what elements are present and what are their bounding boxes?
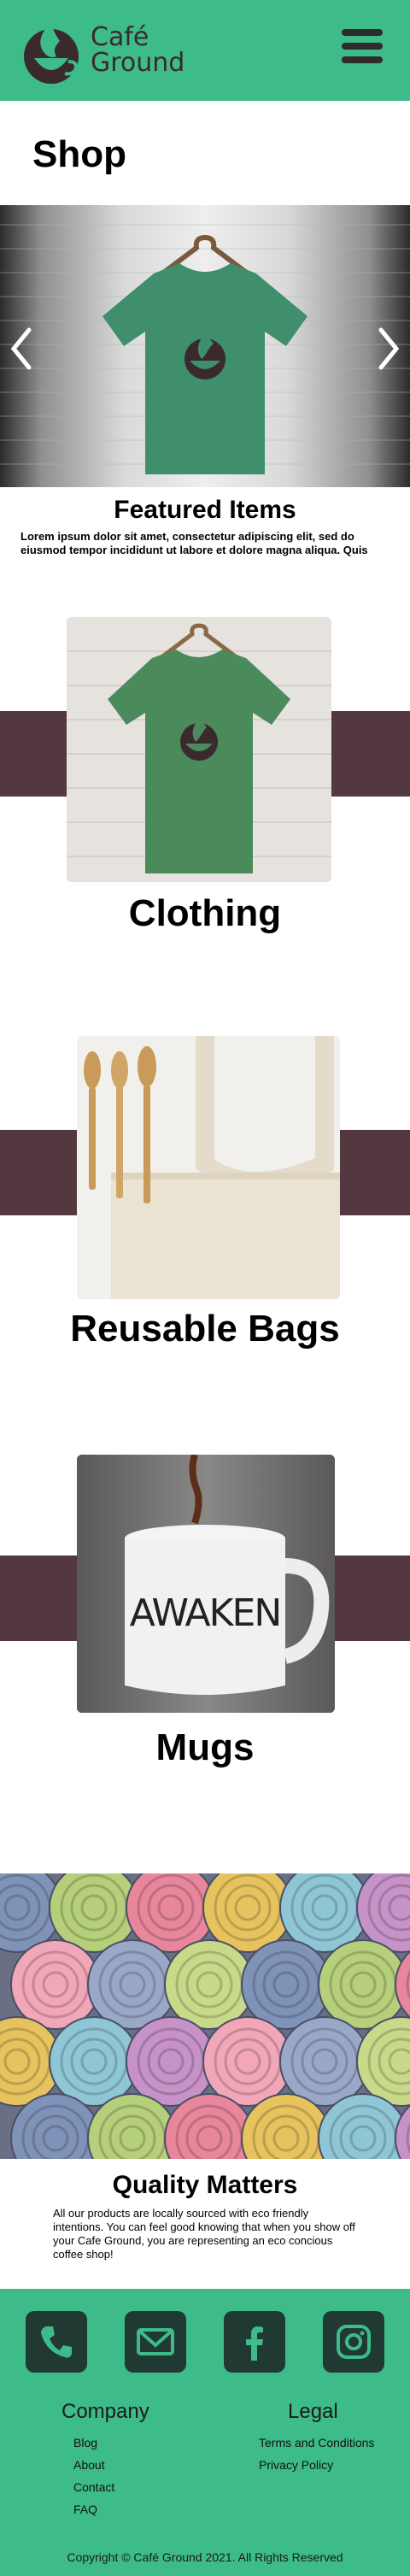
copyright-text: Copyright © Café Ground 2021. All Rights… xyxy=(67,2550,343,2564)
instagram-icon[interactable] xyxy=(323,2311,384,2373)
mug-text: AWAKEN xyxy=(130,1591,280,1635)
footer-company-heading: Company xyxy=(62,2400,149,2423)
mail-icon[interactable] xyxy=(125,2311,186,2373)
footer-link-blog[interactable]: Blog xyxy=(73,2436,213,2450)
hamburger-icon[interactable] xyxy=(342,29,383,68)
footer-link-terms[interactable]: Terms and Conditions xyxy=(259,2436,410,2450)
category-reusable-bags[interactable]: Reusable Bags xyxy=(0,1036,410,1455)
footer-legal-column: Legal Terms and Conditions Privacy Polic… xyxy=(213,2400,410,2525)
page-title: Shop xyxy=(32,133,126,175)
footer-legal-heading: Legal xyxy=(288,2400,338,2423)
featured-items-title: Featured Items xyxy=(114,496,296,524)
featured-items-text: Lorem ipsum dolor sit amet, consectetur … xyxy=(20,530,368,556)
brand-name-line1: Café xyxy=(91,22,149,52)
coffee-cup-logo-icon xyxy=(24,22,79,84)
reusable-bags-image[interactable] xyxy=(77,1036,340,1299)
footer-link-about[interactable]: About xyxy=(73,2458,213,2472)
footer-legal-links: Terms and Conditions Privacy Policy xyxy=(259,2436,410,2472)
clothing-image[interactable] xyxy=(67,617,331,882)
facebook-icon[interactable] xyxy=(224,2311,285,2373)
brand-logo[interactable]: Café Ground xyxy=(22,14,184,87)
category-mugs[interactable]: AWAKEN Mugs xyxy=(0,1455,410,1873)
quality-banner-image xyxy=(0,1873,410,2159)
site-header: Café Ground xyxy=(0,0,410,101)
category-clothing[interactable]: Clothing xyxy=(0,617,410,1036)
quality-title: Quality Matters xyxy=(112,2171,298,2199)
footer-link-contact[interactable]: Contact xyxy=(73,2480,213,2494)
footer-company-column: Company Blog About Contact FAQ xyxy=(0,2400,213,2525)
brand-name: Café Ground xyxy=(91,25,184,76)
featured-carousel xyxy=(0,205,410,487)
chevron-right-icon[interactable] xyxy=(374,325,403,373)
footer-link-privacy[interactable]: Privacy Policy xyxy=(259,2458,410,2472)
category-label-mugs[interactable]: Mugs xyxy=(0,1726,410,1769)
footer-company-links: Blog About Contact FAQ xyxy=(62,2436,213,2516)
chevron-left-icon[interactable] xyxy=(7,325,36,373)
mugs-image[interactable]: AWAKEN xyxy=(77,1455,335,1713)
featured-tshirt-image xyxy=(102,235,308,474)
footer-link-faq[interactable]: FAQ xyxy=(73,2502,213,2516)
quality-text: All our products are locally sourced wit… xyxy=(53,2207,355,2261)
category-label-clothing[interactable]: Clothing xyxy=(0,892,410,935)
social-links xyxy=(26,2311,384,2373)
phone-icon[interactable] xyxy=(26,2311,87,2373)
brand-name-line2: Ground xyxy=(91,48,185,78)
site-footer: Company Blog About Contact FAQ Legal Ter… xyxy=(0,2289,410,2576)
footer-columns: Company Blog About Contact FAQ Legal Ter… xyxy=(0,2400,410,2525)
category-label-reusable-bags[interactable]: Reusable Bags xyxy=(0,1308,410,1350)
